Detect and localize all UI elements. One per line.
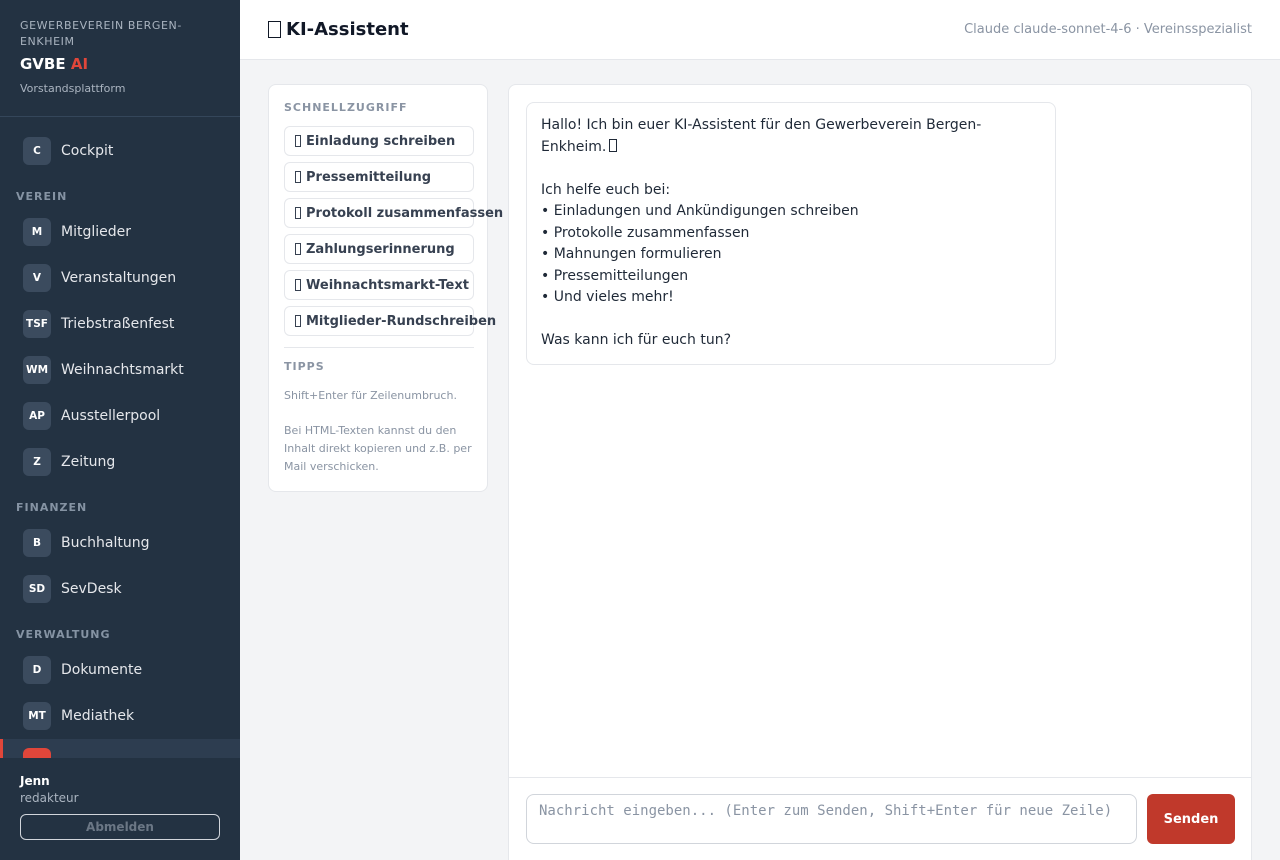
ki-assistent-badge-icon [23,748,51,758]
sidebar-item-label: Veranstaltungen [61,270,177,286]
brand-subtitle: Vorstandsplattform [20,82,126,95]
quick-protokoll-button[interactable]: Protokoll zusammenfassen [284,198,503,228]
money-icon [295,243,301,255]
quick-access-title: SCHNELLZUGRIFF [284,101,408,114]
buchhaltung-badge-icon: B [23,529,51,557]
cockpit-badge-icon: C [23,137,51,165]
message-bullet: • Einladungen und Ankündigungen schreibe… [541,203,859,219]
message-greeting: Hallo! Ich bin euer KI-Assistent für den… [541,117,982,155]
mediathek-badge-icon: MT [23,702,51,730]
brand-name-accent: AI [70,55,89,73]
quick-button-label: Pressemitteilung [306,169,432,185]
mitglieder-badge-icon: M [23,218,51,246]
sidebar-nav: C Cockpit VEREIN M Mitglieder V Veransta… [0,128,240,758]
sidebar-item-label: SevDesk [61,581,122,597]
message-input[interactable] [526,794,1137,844]
envelope-icon [295,135,301,147]
page-title-text: KI-Assistent [286,19,409,40]
robot-icon [268,21,281,38]
sidebar-item-buchhaltung[interactable]: B Buchhaltung [0,520,240,566]
sidebar-item-label: Dokumente [61,662,143,678]
sidebar-item-mitglieder[interactable]: M Mitglieder [0,209,240,255]
message-bullet: • Protokolle zusammenfassen [541,224,750,241]
quick-pressemitteilung-button[interactable]: Pressemitteilung [284,162,474,192]
divider [284,347,474,348]
triebstrassenfest-badge-icon: TSF [23,310,51,338]
quick-weihnachtsmarkt-button[interactable]: Weihnachtsmarkt-Text [284,270,474,300]
message-bullet: • Mahnungen formulieren [541,246,722,262]
quick-button-label: Weihnachtsmarkt-Text [306,277,469,293]
tips-title: TIPPS [284,360,325,373]
quick-access-panel: SCHNELLZUGRIFF Einladung schreiben Press… [268,84,503,492]
tips-text: Shift+Enter für Zeilenumbruch. Bei HTML-… [284,387,472,476]
quick-einladung-button[interactable]: Einladung schreiben [284,126,474,156]
robot-icon [609,138,618,152]
quick-button-label: Protokoll zusammenfassen [306,205,504,221]
sidebar-item-label: Zeitung [61,454,116,470]
megaphone-icon [295,315,301,327]
assistant-message: Hallo! Ich bin euer KI-Assistent für den… [526,102,1056,365]
sidebar-item-label: Mitglieder [61,224,131,240]
tip-html-copy: Bei HTML-Texten kannst du den Inhalt dir… [284,424,472,473]
quick-rundschreiben-button[interactable]: Mitglieder-Rundschreiben [284,306,496,336]
sidebar-item-label: Mediathek [61,708,135,724]
christmas-tree-icon [295,279,301,291]
sidebar-item-ki-assistent[interactable] [0,739,240,758]
send-button[interactable]: Senden [1147,794,1235,844]
sidebar-item-mediathek[interactable]: MT Mediathek [0,693,240,739]
logout-button[interactable]: Abmelden [20,814,220,840]
sevdesk-badge-icon: SD [23,575,51,603]
newspaper-icon [295,171,301,183]
quick-zahlungserinnerung-button[interactable]: Zahlungserinnerung [284,234,474,264]
page-title: KI-Assistent [268,19,409,40]
brand-name-text: GVBE [20,55,66,73]
message-bullet: • Pressemitteilungen [541,267,689,284]
sidebar-item-label: Ausstellerpool [61,408,161,424]
zeitung-badge-icon: Z [23,448,51,476]
sidebar-item-veranstaltungen[interactable]: V Veranstaltungen [0,255,240,301]
sidebar-item-weihnachtsmarkt[interactable]: WM Weihnachtsmarkt [0,347,240,393]
sidebar-item-zeitung[interactable]: Z Zeitung [0,439,240,485]
message-bullet: • Und vieles mehr! [541,289,674,305]
quick-button-label: Einladung schreiben [306,133,456,149]
quick-access-list: Einladung schreiben Pressemitteilung Pro… [284,126,503,336]
message-greeting-line: Hallo! Ich bin euer KI-Assistent für den… [541,115,1041,158]
sidebar-item-dokumente[interactable]: D Dokumente [0,647,240,693]
clipboard-icon [295,207,301,219]
sidebar-item-label: Buchhaltung [61,535,150,551]
sidebar-item-cockpit[interactable]: C Cockpit [0,128,240,174]
user-name: Jenn [20,774,50,788]
nav-section-verwaltung: VERWALTUNG [16,628,111,641]
message-closing: Was kann ich für euch tun? [541,332,731,348]
quick-button-label: Zahlungserinnerung [306,241,455,257]
weihnachtsmarkt-badge-icon: WM [23,356,51,384]
user-box: Jenn redakteur Abmelden [0,758,240,860]
nav-section-verein: VEREIN [16,190,68,203]
user-role: redakteur [20,791,79,805]
dokumente-badge-icon: D [23,656,51,684]
nav-section-finanzen: FINANZEN [16,501,88,514]
sidebar-item-triebstrassenfest[interactable]: TSF Triebstraßenfest [0,301,240,347]
sidebar-item-sevdesk[interactable]: SD SevDesk [0,566,240,612]
model-info: Claude claude-sonnet-4-6 · Vereinsspezia… [964,22,1252,37]
chat-composer: Senden [509,777,1251,860]
sidebar-item-label: Weihnachtsmarkt [61,362,184,378]
brand: GEWERBEVEREIN BERGEN-ENKHEIM GVBE AI Vor… [0,0,240,117]
sidebar-item-label: Cockpit [61,143,114,159]
veranstaltungen-badge-icon: V [23,264,51,292]
sidebar-item-label: Triebstraßenfest [61,316,175,332]
brand-org: GEWERBEVEREIN BERGEN-ENKHEIM [20,19,182,48]
quick-button-label: Mitglieder-Rundschreiben [306,313,497,329]
message-intro: Ich helfe euch bei: [541,181,671,198]
tip-line-break: Shift+Enter für Zeilenumbruch. [284,389,457,402]
page-header: KI-Assistent Claude claude-sonnet-4-6 · … [240,0,1280,60]
sidebar-item-ausstellerpool[interactable]: AP Ausstellerpool [0,393,240,439]
ausstellerpool-badge-icon: AP [23,402,51,430]
brand-name[interactable]: GVBE AI [20,54,220,74]
sidebar: GEWERBEVEREIN BERGEN-ENKHEIM GVBE AI Vor… [0,0,240,860]
chat-panel: Hallo! Ich bin euer KI-Assistent für den… [508,84,1252,860]
